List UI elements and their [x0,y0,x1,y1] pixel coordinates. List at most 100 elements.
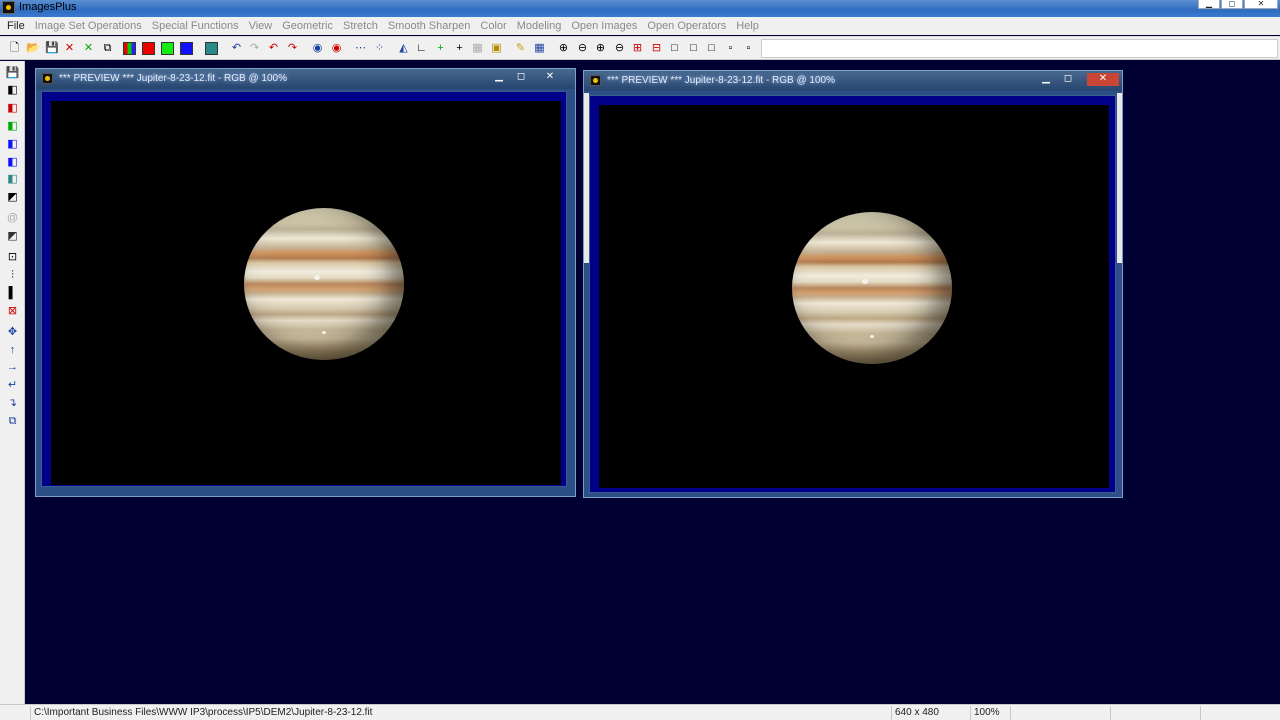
redo-all-icon[interactable]: ↷ [285,41,300,56]
image-info-icon[interactable]: ▣ [489,41,504,56]
menu-help[interactable]: Help [731,20,764,32]
cursor-cross-icon[interactable]: + [452,41,467,56]
enlarge-icon[interactable]: ⊞ [630,41,645,56]
white-oval-spot [322,331,326,334]
app-title: ImagesPlus [19,1,77,13]
close-window-2-button[interactable]: ✕ [1087,73,1119,86]
open-file-icon[interactable]: 📂 [25,41,40,56]
zoom-out-icon[interactable]: ⊖ [575,41,590,56]
grid-light-icon[interactable]: ▦ [470,41,485,56]
window-2-scrollbar-right[interactable] [1117,93,1122,263]
left-toolbar: 💾 ◧ ◧ ◧ ◧ ◧ ◧ ◩ @ ◩ ⊡ ⫶ ▌ ⊠ ✥ ↑ → ↵ ↴ ⧉ [0,61,25,720]
status-bar: C:\Important Business Files\WWW IP3\proc… [0,704,1280,720]
app-icon [2,1,15,14]
status-panel-empty-3 [1200,706,1280,720]
window-size-1-icon[interactable]: □ [667,41,682,56]
white-oval-spot [870,335,874,338]
red-black-icon[interactable]: ◧ [5,101,20,116]
reduce-icon[interactable]: ⊟ [649,41,664,56]
invert-icon[interactable]: ◩ [5,190,20,205]
maximize-window-1-button[interactable]: ◻ [511,71,531,84]
minimize-window-1-button[interactable]: ▁ [489,71,509,84]
flip-icon[interactable]: ⧉ [5,414,20,429]
arrow-right-icon[interactable]: → [5,360,20,375]
select-center-icon[interactable]: ⊡ [5,250,20,265]
close-image-icon[interactable]: ✕ [62,41,77,56]
window-size-4-icon[interactable]: ▫ [723,41,738,56]
arrow-up-icon[interactable]: ↑ [5,343,20,358]
jupiter-image-2 [792,212,952,364]
minimize-app-button[interactable]: ▁ [1198,0,1220,9]
preview-window-1-titlebar[interactable]: *** PREVIEW *** Jupiter-8-23-12.fit - RG… [36,69,575,89]
menu-open-images[interactable]: Open Images [566,20,642,32]
gradient-icon[interactable]: ◩ [5,229,20,244]
green-channel-icon[interactable] [161,42,174,55]
menu-stretch[interactable]: Stretch [338,20,383,32]
redo-icon[interactable]: ↷ [247,41,262,56]
grid-icon[interactable]: ▦ [532,41,547,56]
crop-icon[interactable]: ⊠ [5,304,20,319]
histogram-icon[interactable]: ◭ [396,41,411,56]
close-app-button[interactable]: ✕ [1244,0,1278,9]
preview-window-2-titlebar[interactable]: *** PREVIEW *** Jupiter-8-23-12.fit - RG… [584,71,1122,91]
blue-black-icon[interactable]: ◧ [5,137,20,152]
undo-all-icon[interactable]: ↶ [266,41,281,56]
align-icon[interactable]: ⫶ [5,268,20,283]
app-titlebar: ImagesPlus ▁ ◻ ✕ [0,0,1280,17]
zoom-in-icon[interactable]: ⊕ [556,41,571,56]
rgb-channels-icon[interactable] [123,42,136,55]
zoom-fit-icon[interactable]: ⊕ [593,41,608,56]
rotate-down-icon[interactable]: ↴ [5,396,20,411]
save-copy-icon[interactable]: 💾 [5,66,20,81]
preview-window-1-title: *** PREVIEW *** Jupiter-8-23-12.fit - RG… [59,73,288,84]
menu-modeling[interactable]: Modeling [512,20,567,32]
curves-icon[interactable]: ∟ [414,41,429,56]
image-frame-2 [589,95,1116,493]
copy-icon[interactable]: ⧉ [100,41,115,56]
window-size-5-icon[interactable]: ▫ [741,41,756,56]
blue-channel-icon[interactable] [180,42,193,55]
red-channel-icon[interactable] [142,42,155,55]
menu-color[interactable]: Color [475,20,511,32]
close-window-1-button[interactable]: ✕ [540,71,560,84]
status-dimensions: 640 x 480 [891,706,969,720]
new-file-icon[interactable]: 🗋 [7,41,22,56]
menu-image-set-operations[interactable]: Image Set Operations [30,20,147,32]
minimize-window-2-button[interactable]: ▁ [1036,73,1056,86]
image-canvas-2[interactable] [599,105,1109,488]
menu-geometric[interactable]: Geometric [277,20,338,32]
window-size-2-icon[interactable]: □ [686,41,701,56]
pixel-info-icon[interactable]: ⁘ [372,41,387,56]
status-zoom: 100% [970,706,1010,720]
maximize-window-2-button[interactable]: ◻ [1058,73,1078,86]
image-canvas-1[interactable] [51,101,561,485]
window-size-3-icon[interactable]: □ [704,41,719,56]
menu-smooth-sharpen[interactable]: Smooth Sharpen [383,20,476,32]
menu-open-operators[interactable]: Open Operators [642,20,731,32]
menu-view[interactable]: View [244,20,278,32]
move-icon[interactable]: ✥ [5,325,20,340]
mask-icon[interactable]: ◉ [310,41,325,56]
luminance-icon[interactable] [205,42,218,55]
rotate-left-icon[interactable]: ↵ [5,378,20,393]
preview-window-2[interactable]: *** PREVIEW *** Jupiter-8-23-12.fit - RG… [583,70,1123,498]
crosshair-icon[interactable]: + [433,41,448,56]
copy-disabled-icon[interactable]: @ [5,211,20,226]
menu-special-functions[interactable]: Special Functions [147,20,244,32]
pencil-icon[interactable]: ✎ [513,41,528,56]
maximize-app-button[interactable]: ◻ [1221,0,1243,9]
save-icon[interactable]: 💾 [44,41,59,56]
close-all-icon[interactable]: ✕ [81,41,96,56]
zoom-actual-icon[interactable]: ⊖ [612,41,627,56]
mask-red-icon[interactable]: ◉ [329,41,344,56]
preview-window-1[interactable]: *** PREVIEW *** Jupiter-8-23-12.fit - RG… [35,68,576,497]
line-profile-icon[interactable]: ⋯ [353,41,368,56]
blue-channel-side-icon[interactable]: ◧ [5,155,20,170]
status-panel-empty-2 [1110,706,1200,720]
cyan-channel-icon[interactable]: ◧ [5,172,20,187]
undo-icon[interactable]: ↶ [229,41,244,56]
green-black-icon[interactable]: ◧ [5,119,20,134]
black-white-icon[interactable]: ◧ [5,83,20,98]
black-bar-icon[interactable]: ▌ [5,286,20,301]
menu-file[interactable]: File [2,20,30,32]
